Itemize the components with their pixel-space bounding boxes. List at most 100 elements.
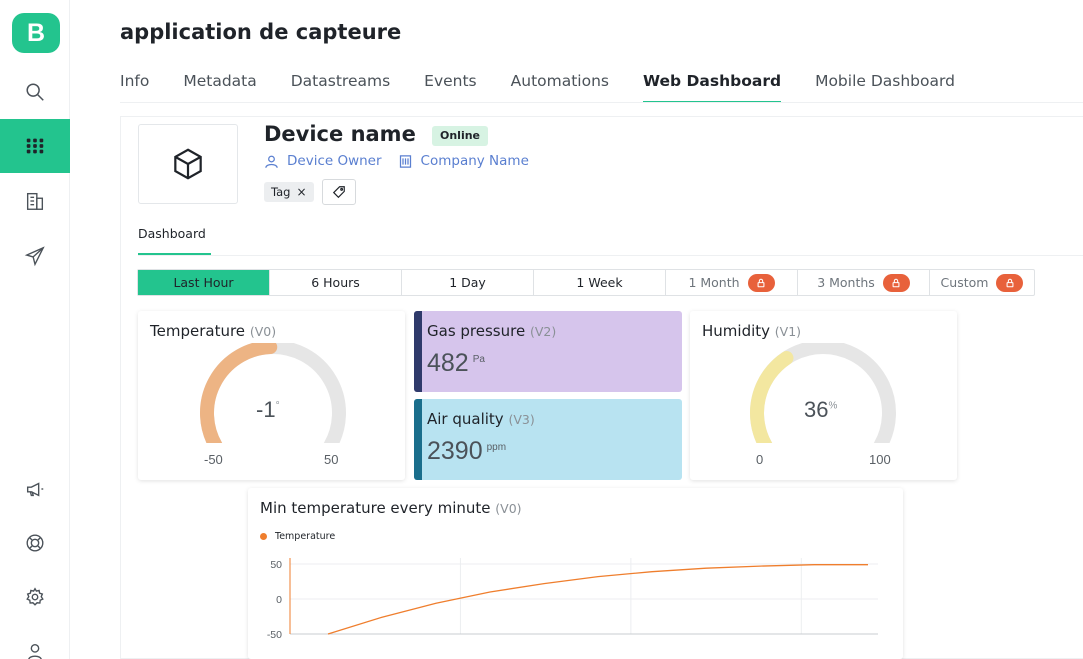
tabs-divider: [120, 102, 1083, 103]
temperature-gauge: [200, 343, 346, 443]
widget-title: Gas pressure (V2): [427, 322, 556, 340]
paper-plane-icon: [24, 246, 45, 267]
range-6-hours[interactable]: 6 Hours: [270, 270, 402, 295]
company-name-link[interactable]: Company Name: [398, 153, 529, 169]
device-image[interactable]: [138, 124, 238, 204]
lock-icon: [882, 273, 910, 292]
gauge-max: 100: [869, 452, 891, 467]
widget-stripe: [414, 399, 422, 480]
temperature-widget[interactable]: Temperature (V0) -1° -50 50: [138, 311, 405, 480]
tab-bar: Info Metadata Datastreams Events Automat…: [120, 72, 989, 103]
range-1-month[interactable]: 1 Month: [666, 270, 798, 295]
gauge-value: 36%: [804, 397, 837, 423]
tag-chip: Tag ×: [264, 182, 314, 202]
building-icon: [26, 192, 44, 210]
legend-label: Temperature: [275, 531, 336, 542]
gauge-fill: [750, 351, 794, 443]
sidebar-item-user[interactable]: [0, 625, 70, 659]
chart-pin: (V0): [495, 501, 522, 516]
range-label: 1 Week: [576, 275, 623, 290]
y-tick-label: 50: [270, 559, 282, 571]
chart-title: Min temperature every minute (V0): [260, 499, 522, 517]
add-tag-button[interactable]: [322, 179, 356, 205]
chart-title-text: Min temperature every minute: [260, 499, 491, 517]
widget-title: Humidity (V1): [702, 322, 801, 340]
widget-title: Temperature (V0): [150, 322, 276, 340]
widget-title-text: Temperature: [150, 322, 246, 340]
gauge-value: -1°: [256, 397, 280, 423]
sidebar-item-organizations[interactable]: [0, 174, 70, 228]
range-label: 1 Month: [688, 275, 740, 290]
tab-metadata[interactable]: Metadata: [183, 72, 256, 102]
close-icon[interactable]: ×: [296, 182, 306, 202]
gear-icon: [26, 587, 44, 606]
tab-mobile-dashboard[interactable]: Mobile Dashboard: [815, 72, 955, 102]
gauge-value-number: -1: [256, 397, 276, 422]
device-meta: Device Owner Company Name: [264, 153, 545, 169]
search-icon: [26, 83, 44, 101]
sidebar-item-help[interactable]: [0, 516, 70, 570]
tab-web-dashboard[interactable]: Web Dashboard: [643, 72, 782, 103]
logo[interactable]: B: [12, 13, 60, 53]
tab-automations[interactable]: Automations: [511, 72, 609, 102]
widget-unit: Pa: [472, 353, 485, 365]
time-range-selector: Last Hour 6 Hours 1 Day 1 Week 1 Month 3…: [137, 269, 1035, 296]
y-tick-label: 0: [276, 594, 282, 606]
widget-title-text: Air quality: [427, 410, 504, 428]
sidebar-item-announcements[interactable]: [0, 462, 70, 516]
widget-value-number: 2390: [427, 437, 483, 465]
widget-value-number: 482: [427, 349, 469, 377]
tab-events[interactable]: Events: [424, 72, 476, 102]
legend-dot: [260, 533, 267, 540]
y-tick-label: -50: [267, 629, 282, 641]
range-label: 1 Day: [449, 275, 486, 290]
line-chart: 50 0 -50: [267, 558, 878, 641]
page-title: application de capteure: [120, 20, 402, 44]
air-quality-widget[interactable]: Air quality (V3) 2390 ppm: [414, 399, 682, 480]
sidebar-item-send[interactable]: [0, 229, 70, 283]
tab-dashboard[interactable]: Dashboard: [138, 226, 206, 241]
widget-title: Air quality (V3): [427, 410, 535, 428]
range-label: Custom: [940, 275, 989, 290]
sidebar-item-dashboard[interactable]: [0, 119, 70, 173]
sidebar: B: [0, 0, 70, 659]
gauge-min: -50: [204, 452, 223, 467]
widget-value: 2390 ppm: [427, 437, 506, 466]
gas-pressure-widget[interactable]: Gas pressure (V2) 482 Pa: [414, 311, 682, 392]
range-1-week[interactable]: 1 Week: [534, 270, 666, 295]
user-icon: [28, 643, 42, 659]
status-badge: Online: [432, 126, 489, 146]
cube-icon: [174, 148, 202, 180]
company-name-label: Company Name: [420, 153, 529, 169]
sidebar-item-search[interactable]: [0, 65, 70, 119]
gauge-max: 50: [324, 452, 339, 467]
widget-pin: (V3): [508, 412, 535, 427]
tag-label: Tag: [271, 185, 291, 199]
building-icon: [399, 154, 411, 168]
widget-pin: (V2): [529, 324, 557, 339]
widget-pin: (V1): [774, 324, 802, 339]
range-last-hour[interactable]: Last Hour: [138, 270, 270, 295]
range-label: 3 Months: [817, 275, 875, 290]
range-custom[interactable]: Custom: [930, 270, 1034, 295]
humidity-widget[interactable]: Humidity (V1) 36% 0 100: [690, 311, 957, 480]
range-label: 6 Hours: [311, 275, 360, 290]
widget-title-text: Humidity: [702, 322, 771, 340]
range-1-day[interactable]: 1 Day: [402, 270, 534, 295]
subtabs-divider: [138, 255, 1083, 256]
widget-value: 482 Pa: [427, 349, 485, 378]
humidity-gauge: [750, 343, 896, 443]
chart-legend: Temperature: [260, 531, 335, 542]
device-owner-link[interactable]: Device Owner: [264, 153, 382, 169]
tab-datastreams[interactable]: Datastreams: [291, 72, 390, 102]
gauge-fill: [200, 343, 278, 443]
range-3-months[interactable]: 3 Months: [798, 270, 930, 295]
range-label: Last Hour: [173, 275, 234, 290]
widget-pin: (V0): [249, 324, 277, 339]
tab-info[interactable]: Info: [120, 72, 149, 102]
subtab-indicator: [138, 253, 211, 255]
user-icon: [265, 155, 278, 168]
gauge-unit: °: [275, 400, 280, 412]
widget-stripe: [414, 311, 422, 392]
sidebar-item-settings[interactable]: [0, 570, 70, 624]
